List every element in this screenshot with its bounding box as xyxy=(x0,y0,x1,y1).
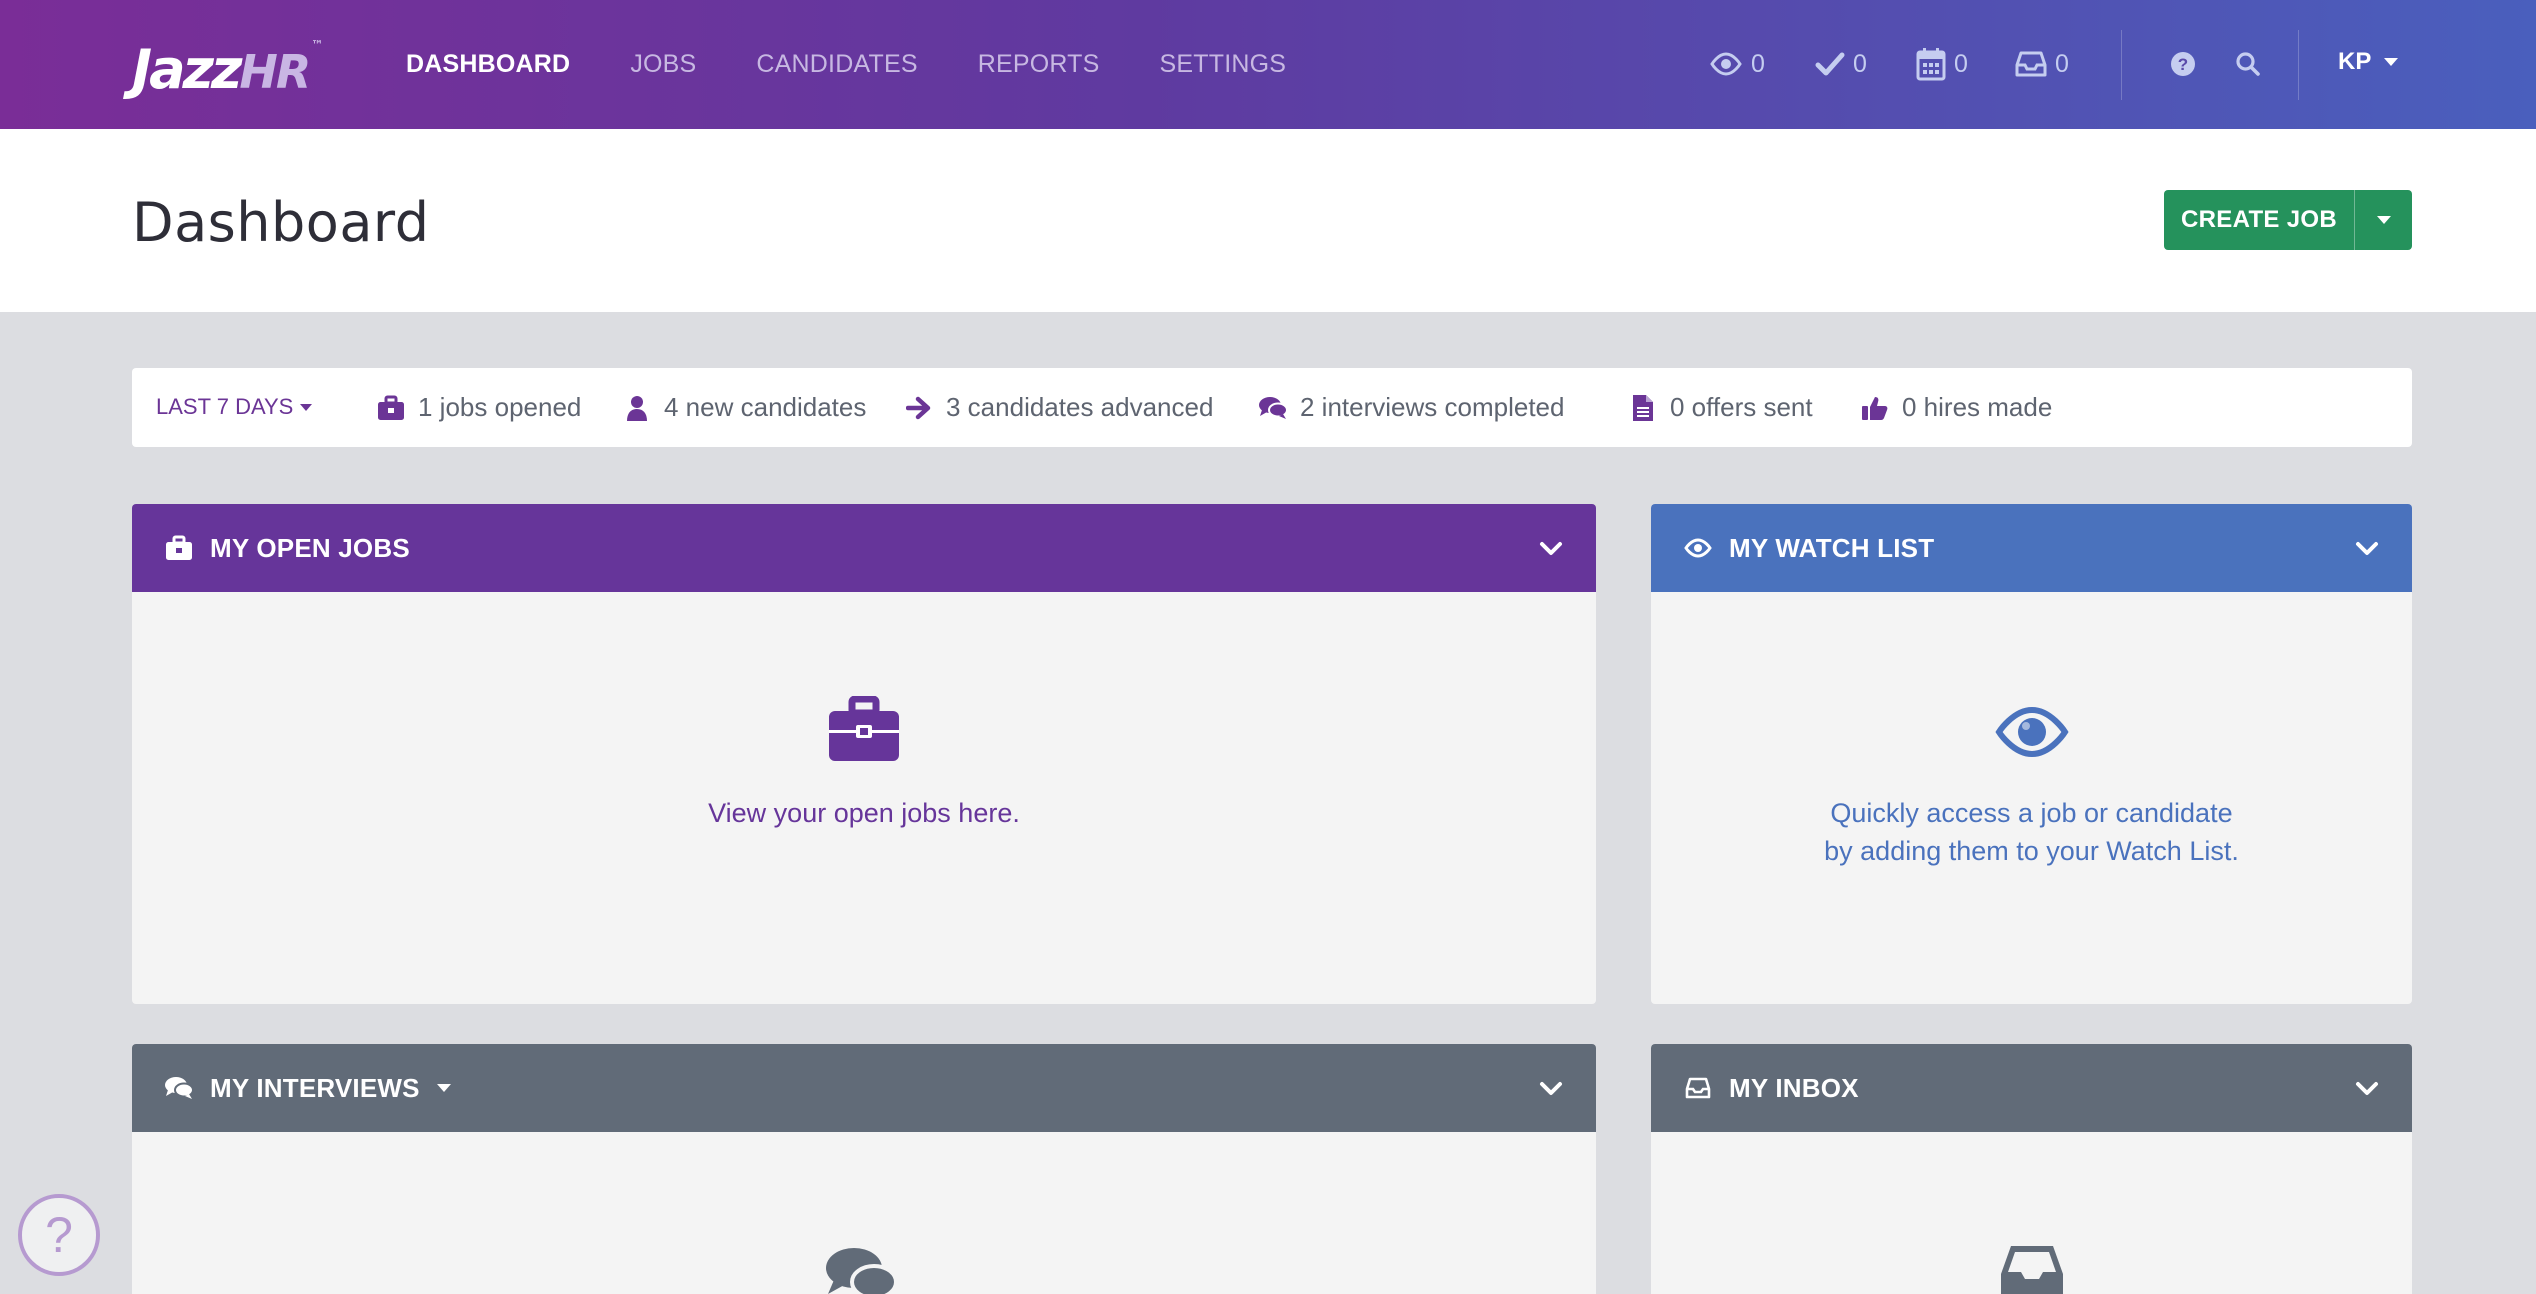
question-circle-icon: ? xyxy=(2171,52,2195,76)
my-interviews-panel: MY INTERVIEWS xyxy=(132,1044,1596,1294)
help-button[interactable]: ? xyxy=(2170,44,2196,84)
logo-text-jazz: Jazz xyxy=(132,38,242,101)
user-initials: KP xyxy=(2338,48,2372,75)
nav-divider xyxy=(2121,30,2122,100)
chevron-down-icon[interactable] xyxy=(1536,534,1566,564)
my-open-jobs-body: View your open jobs here. xyxy=(132,592,1596,1004)
my-inbox-body xyxy=(1651,1132,2412,1294)
create-job-button[interactable]: CREATE JOB xyxy=(2164,190,2354,250)
page-title: Dashboard xyxy=(132,191,430,254)
my-open-jobs-panel: MY OPEN JOBS View your open jobs here. xyxy=(132,504,1596,1004)
svg-text:?: ? xyxy=(2178,55,2188,74)
inbox-counter[interactable]: 0 xyxy=(2015,44,2069,84)
calendar-counter[interactable]: 0 xyxy=(1916,44,1968,84)
briefcase-icon xyxy=(164,533,194,563)
my-interviews-body xyxy=(132,1132,1596,1294)
panel-title: MY INTERVIEWS xyxy=(210,1072,420,1103)
inbox-count: 0 xyxy=(2055,49,2069,78)
inbox-tray-icon xyxy=(2015,51,2047,77)
calendar-icon xyxy=(1916,48,1946,81)
jazzhr-logo[interactable]: Jazz HR ™ xyxy=(132,38,324,101)
create-job-split-button: CREATE JOB xyxy=(2164,190,2412,250)
stat-new-candidates: 4 new candidates xyxy=(622,392,866,423)
chevron-down-icon[interactable] xyxy=(1536,1074,1566,1104)
eye-icon xyxy=(1710,52,1742,76)
chevron-down-icon[interactable] xyxy=(2352,1074,2382,1104)
my-inbox-header[interactable]: MY INBOX xyxy=(1651,1044,2412,1132)
stat-text: 4 new candidates xyxy=(664,392,867,422)
activity-stats-bar: LAST 7 DAYS 1 jobs opened 4 new candidat… xyxy=(132,368,2412,447)
watch-list-message-line1: Quickly access a job or candidate xyxy=(1830,798,2233,828)
stat-text: 3 candidates advanced xyxy=(946,392,1214,422)
logo-text-hr: HR xyxy=(239,45,311,99)
main-nav-links: DASHBOARD JOBS CANDIDATES REPORTS SETTIN… xyxy=(406,0,1286,129)
my-watch-list-header[interactable]: MY WATCH LIST xyxy=(1651,504,2412,592)
thumbs-up-icon xyxy=(1860,393,1890,423)
watch-count: 0 xyxy=(1751,49,1765,78)
my-watch-list-panel: MY WATCH LIST Quickly access a job or ca… xyxy=(1651,504,2412,1004)
comments-icon xyxy=(1258,393,1288,423)
search-button[interactable] xyxy=(2235,44,2261,84)
calendar-count: 0 xyxy=(1954,49,1968,78)
caret-down-icon[interactable] xyxy=(436,1083,452,1093)
stat-text: 0 hires made xyxy=(1902,392,2053,422)
stat-text: 2 interviews completed xyxy=(1300,392,1565,422)
my-open-jobs-header[interactable]: MY OPEN JOBS xyxy=(132,504,1596,592)
watch-list-counter[interactable]: 0 xyxy=(1709,44,1765,84)
chevron-down-icon[interactable] xyxy=(2352,534,2382,564)
stat-jobs-opened: 1 jobs opened xyxy=(376,392,581,423)
checkmark-icon xyxy=(1815,52,1845,76)
briefcase-icon xyxy=(829,696,899,761)
open-jobs-empty-message: View your open jobs here. xyxy=(708,798,1020,828)
approvals-count: 0 xyxy=(1853,49,1867,78)
help-question-mark: ? xyxy=(45,1207,73,1263)
my-interviews-header[interactable]: MY INTERVIEWS xyxy=(132,1044,1596,1132)
nav-jobs[interactable]: JOBS xyxy=(630,50,696,79)
inbox-tray-icon xyxy=(2001,1246,2063,1294)
floating-help-button[interactable]: ? xyxy=(18,1194,100,1276)
user-icon xyxy=(622,393,652,423)
stat-interviews-completed: 2 interviews completed xyxy=(1258,392,1564,423)
nav-settings[interactable]: SETTINGS xyxy=(1160,50,1287,79)
date-range-label: LAST 7 DAYS xyxy=(156,394,294,419)
nav-divider xyxy=(2298,30,2299,100)
stat-offers-sent: 0 offers sent xyxy=(1628,392,1813,423)
stat-hires-made: 0 hires made xyxy=(1860,392,2052,423)
panel-title: MY INBOX xyxy=(1729,1072,1859,1103)
stat-candidates-advanced: 3 candidates advanced xyxy=(904,392,1213,423)
panel-title: MY WATCH LIST xyxy=(1729,532,1935,563)
my-inbox-panel: MY INBOX xyxy=(1651,1044,2412,1294)
caret-down-icon xyxy=(300,403,313,411)
caret-down-icon xyxy=(2376,216,2391,224)
create-job-dropdown-toggle[interactable] xyxy=(2354,190,2412,250)
date-range-select[interactable]: LAST 7 DAYS xyxy=(156,394,313,420)
caret-down-icon xyxy=(2384,58,2399,66)
eye-icon xyxy=(1995,706,2069,758)
document-icon xyxy=(1628,393,1658,423)
search-icon xyxy=(2236,52,2260,76)
arrow-right-icon xyxy=(904,393,934,423)
nav-reports[interactable]: REPORTS xyxy=(978,50,1100,79)
briefcase-icon xyxy=(376,393,406,423)
inbox-tray-icon xyxy=(1683,1073,1713,1103)
stat-text: 1 jobs opened xyxy=(418,392,582,422)
stat-text: 0 offers sent xyxy=(1670,392,1813,422)
comments-icon xyxy=(164,1073,194,1103)
my-watch-list-body: Quickly access a job or candidate by add… xyxy=(1651,592,2412,1004)
approvals-counter[interactable]: 0 xyxy=(1815,44,1867,84)
panel-title: MY OPEN JOBS xyxy=(210,532,410,563)
comments-icon xyxy=(826,1248,898,1294)
page-header: Dashboard CREATE JOB xyxy=(0,129,2536,312)
user-menu[interactable]: KP xyxy=(2338,48,2399,76)
nav-candidates[interactable]: CANDIDATES xyxy=(756,50,917,79)
logo-trademark: ™ xyxy=(311,38,324,52)
eye-icon xyxy=(1683,533,1713,563)
top-navigation-bar: Jazz HR ™ DASHBOARD JOBS CANDIDATES REPO… xyxy=(0,0,2536,129)
watch-list-empty-message: Quickly access a job or candidate by add… xyxy=(1651,794,2412,870)
nav-dashboard[interactable]: DASHBOARD xyxy=(406,50,570,79)
watch-list-message-line2: by adding them to your Watch List. xyxy=(1824,836,2239,866)
